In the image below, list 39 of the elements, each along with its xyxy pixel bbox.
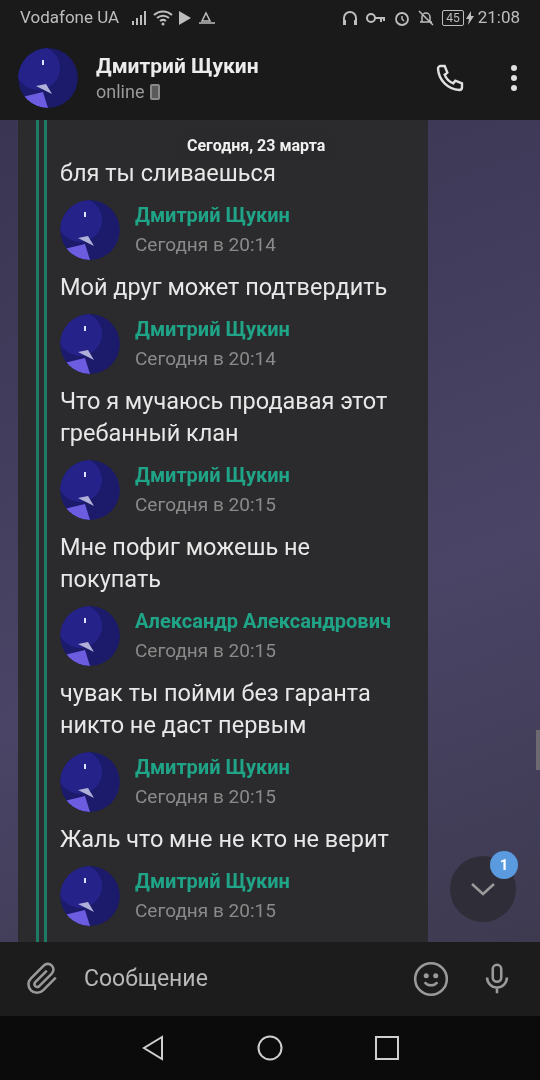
play-icon	[179, 11, 192, 25]
message-time: Сегодня в 20:15	[135, 492, 277, 518]
sender-name[interactable]: Дмитрий Щукин	[135, 200, 290, 230]
message-text: Что я мучаюсь продавая этот гребанный клан	[60, 386, 389, 449]
unread-badge: 1	[490, 851, 518, 879]
message-input[interactable]: Сообщение	[84, 961, 412, 997]
alarm-icon	[394, 10, 411, 26]
sender-name[interactable]: Дмитрий Щукин	[135, 866, 290, 896]
online-status: online	[96, 80, 145, 104]
key-icon	[366, 12, 387, 24]
muted-bell-icon	[418, 10, 435, 26]
wifi-icon	[153, 10, 174, 26]
message-time: Сегодня в 20:15	[135, 898, 277, 924]
phone-device-icon	[150, 84, 161, 100]
message-text: чувак ты пойми без гаранта никто не даст первым	[60, 678, 372, 741]
message-time: Сегодня в 20:14	[135, 232, 277, 258]
recents-icon[interactable]	[375, 1036, 399, 1060]
back-icon[interactable]	[141, 1035, 165, 1061]
smiley-icon[interactable]	[412, 960, 450, 998]
sender-name[interactable]: Дмитрий Щукин	[135, 752, 290, 782]
phone-icon	[434, 62, 466, 94]
sender-name[interactable]: Дмитрий Щукин	[135, 314, 290, 344]
message-text: Жаль что мне не кто не верит	[60, 824, 389, 855]
headphones-icon	[342, 10, 359, 26]
charging-icon	[465, 11, 474, 25]
home-icon[interactable]	[257, 1035, 283, 1061]
message-time: Сегодня в 20:14	[135, 346, 277, 372]
message-time: Сегодня в 20:15	[135, 638, 277, 664]
clock: 21:08	[477, 6, 520, 30]
message-text: Мой друг может подтвердить	[60, 272, 388, 303]
sender-name[interactable]: Дмитрий Щукин	[135, 460, 290, 490]
scrollbar	[536, 730, 540, 770]
chat-title: Дмитрий Щукин	[96, 53, 260, 80]
message-text: Мне пофиг можешь не покупать	[60, 532, 312, 595]
chevron-down-icon	[470, 882, 496, 896]
sender-name[interactable]: Александр Александрович	[135, 606, 392, 636]
battery-indicator: 45	[442, 10, 464, 26]
carrier-name: Vodafone UA	[20, 6, 120, 30]
message-time: Сегодня в 20:15	[135, 784, 277, 810]
